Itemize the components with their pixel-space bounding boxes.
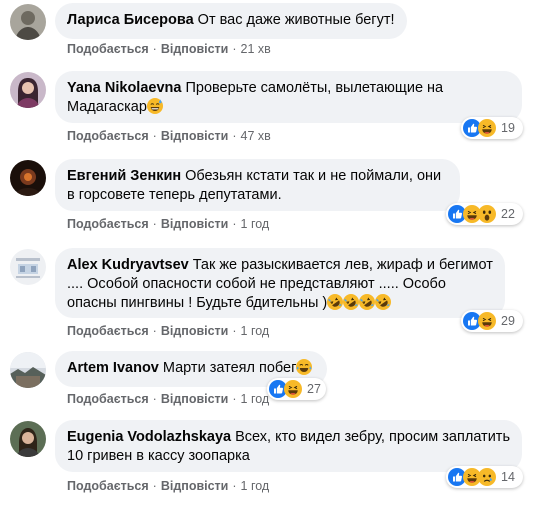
reactions-summary[interactable]: 19: [461, 117, 523, 139]
avatar[interactable]: [10, 352, 46, 388]
reply-link[interactable]: Відповісти: [161, 129, 229, 143]
comment-time[interactable]: 1 год: [241, 392, 270, 406]
avatar[interactable]: [10, 249, 46, 285]
comment-time[interactable]: 1 год: [241, 217, 270, 231]
comment-bubble: Alex Kudryavtsev Так же разыскивается лев…: [55, 248, 505, 318]
rofl-emoji: [359, 294, 376, 310]
reactions-summary[interactable]: 29: [461, 310, 523, 332]
reaction-count: 14: [501, 470, 515, 484]
like-link[interactable]: Подобається: [67, 42, 149, 56]
avatar[interactable]: [10, 4, 46, 40]
haha-reaction-icon: [284, 380, 302, 398]
comment-time[interactable]: 1 год: [241, 324, 270, 338]
comment-author[interactable]: Alex Kudryavtsev: [67, 257, 189, 273]
comment-bubble: Yana Nikolaevna Проверьте самолёты, вылет…: [55, 71, 522, 123]
reply-link[interactable]: Відповісти: [161, 392, 229, 406]
comment-actions: Подобається · Відповісти · 47 хв: [67, 129, 271, 143]
like-link[interactable]: Подобається: [67, 129, 149, 143]
rofl-emoji: [343, 294, 360, 310]
comment-author[interactable]: Евгений Зенкин: [67, 168, 181, 184]
reaction-count: 22: [501, 207, 515, 221]
comment-text: От вас даже животные бегут!: [197, 12, 395, 28]
avatar[interactable]: [10, 421, 46, 457]
grinning-sweat-emoji: [146, 98, 163, 114]
tears-of-joy-emoji: [296, 359, 313, 375]
comment-time[interactable]: 1 год: [241, 479, 270, 493]
comment-bubble: Лариса Бисерова От вас даже животные бегу…: [55, 3, 407, 39]
rofl-emoji: [375, 294, 392, 310]
reactions-summary[interactable]: 14: [446, 466, 523, 488]
reply-link[interactable]: Відповісти: [161, 217, 229, 231]
comment-actions: Подобається · Відповісти · 1 год: [67, 324, 270, 338]
sad-reaction-icon: [478, 468, 496, 486]
comment-bubble: Eugenia Vodolazhskaya Всех, кто видел зеб…: [55, 420, 522, 472]
comment-actions: Подобається · Відповісти · 1 год: [67, 479, 270, 493]
reactions-summary[interactable]: 22: [446, 203, 523, 225]
wow-reaction-icon: [478, 205, 496, 223]
like-link[interactable]: Подобається: [67, 479, 149, 493]
like-link[interactable]: Подобається: [67, 217, 149, 231]
like-link[interactable]: Подобається: [67, 324, 149, 338]
comment-author[interactable]: Yana Nikolaevna: [67, 80, 181, 96]
haha-reaction-icon: [478, 119, 496, 137]
comment-time[interactable]: 47 хв: [241, 129, 271, 143]
haha-reaction-icon: [478, 312, 496, 330]
reaction-count: 19: [501, 121, 515, 135]
reply-link[interactable]: Відповісти: [161, 42, 229, 56]
avatar[interactable]: [10, 160, 46, 196]
comment-actions: Подобається · Відповісти · 1 год: [67, 217, 270, 231]
comment-author[interactable]: Лариса Бисерова: [67, 12, 194, 28]
reactions-summary[interactable]: 27: [267, 378, 326, 400]
reaction-count: 27: [307, 382, 321, 396]
comment-author[interactable]: Eugenia Vodolazhskaya: [67, 429, 231, 445]
reply-link[interactable]: Відповісти: [161, 324, 229, 338]
rofl-emoji: [327, 294, 344, 310]
reply-link[interactable]: Відповісти: [161, 479, 229, 493]
comment-actions: Подобається · Відповісти · 1 год: [67, 392, 270, 406]
like-link[interactable]: Подобається: [67, 392, 149, 406]
comment-actions: Подобається · Відповісти · 21 хв: [67, 42, 271, 56]
comment-text: Марти затеял побег: [162, 360, 297, 376]
comment-author[interactable]: Artem Ivanov: [67, 360, 159, 376]
comment-time[interactable]: 21 хв: [241, 42, 271, 56]
reaction-count: 29: [501, 314, 515, 328]
comment-bubble: Евгений Зенкин Обезьян кстати так и не по…: [55, 159, 460, 211]
avatar[interactable]: [10, 72, 46, 108]
